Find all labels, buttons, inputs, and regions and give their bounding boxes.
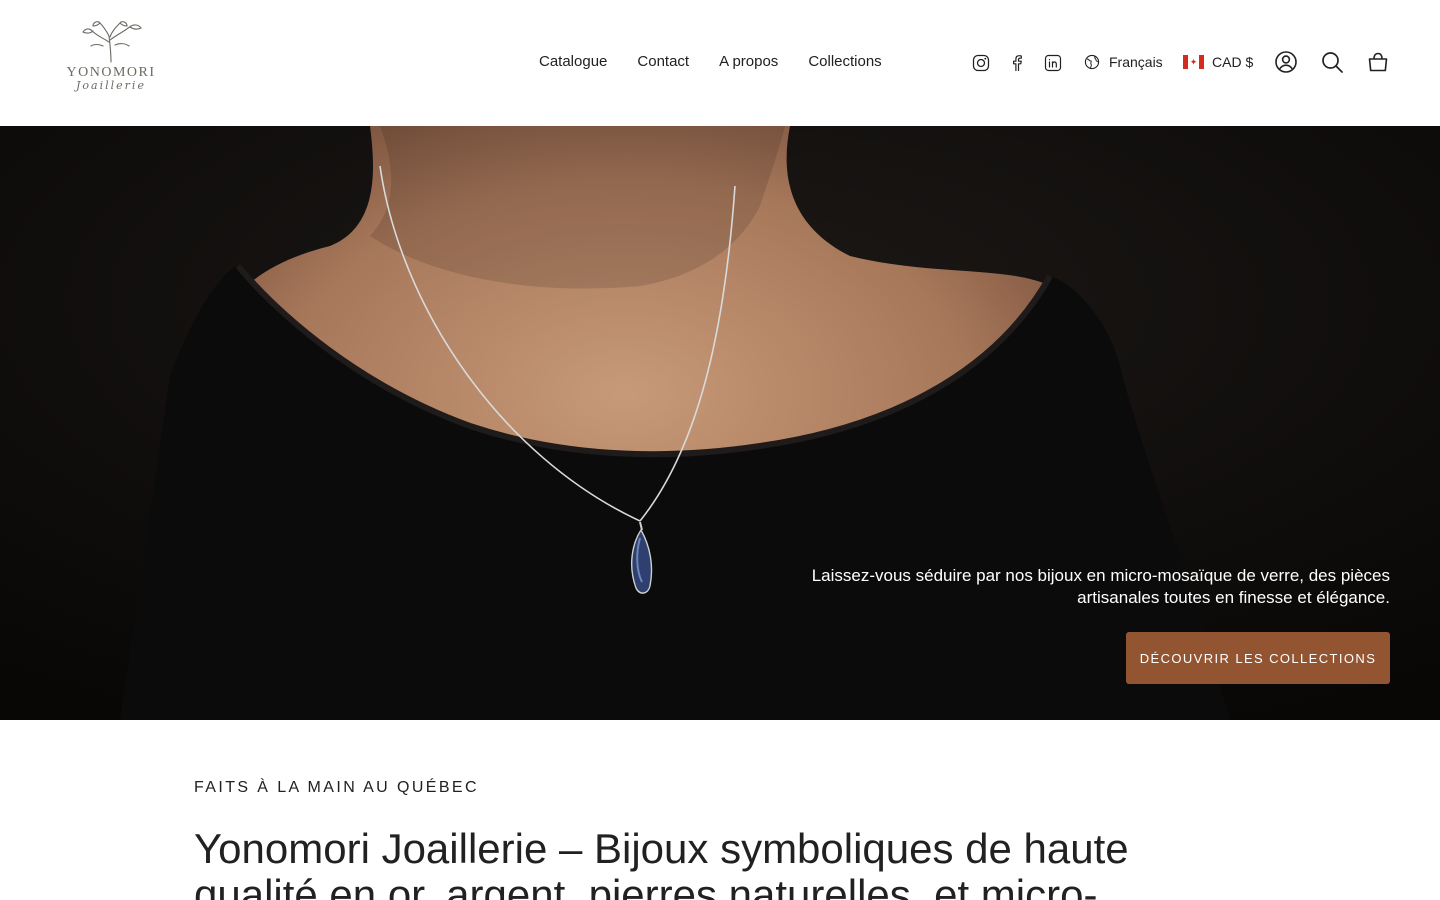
- tree-logo-icon: [82, 21, 142, 63]
- social-links: [970, 52, 1078, 74]
- language-label: Français: [1109, 54, 1163, 70]
- account-icon[interactable]: [1272, 48, 1300, 76]
- nav-item-a-propos[interactable]: A propos: [719, 50, 778, 74]
- nav-item-collections[interactable]: Collections: [808, 50, 881, 74]
- site-header: YONOMORI Joaillerie Catalogue Contact A …: [0, 0, 1440, 126]
- linkedin-icon[interactable]: [1042, 52, 1064, 74]
- nav-item-catalogue[interactable]: Catalogue: [539, 50, 607, 74]
- nav-item-contact[interactable]: Contact: [637, 50, 689, 74]
- intro-section: FAITS À LA MAIN AU QUÉBEC Yonomori Joail…: [194, 776, 1254, 900]
- main-nav: Catalogue Contact A propos Collections: [539, 50, 882, 74]
- intro-headline: Yonomori Joaillerie – Bijoux symboliques…: [194, 825, 1129, 900]
- instagram-icon[interactable]: [970, 52, 992, 74]
- brand-name: YONOMORI: [66, 65, 156, 80]
- globe-icon: [1084, 53, 1102, 71]
- hero-banner: Laissez-vous séduire par nos bijoux en m…: [0, 126, 1440, 720]
- cart-icon[interactable]: [1364, 48, 1392, 76]
- discover-collections-button[interactable]: Découvrir les collections: [1126, 632, 1390, 684]
- facebook-icon[interactable]: [1006, 52, 1028, 74]
- hero-description: Laissez-vous séduire par nos bijoux en m…: [811, 566, 1390, 607]
- currency-label: CAD $: [1212, 54, 1254, 70]
- brand-logo[interactable]: YONOMORI Joaillerie: [60, 20, 162, 106]
- hero-image: [0, 126, 1440, 720]
- currency-selector[interactable]: ✦ CAD $: [1183, 50, 1253, 74]
- canada-flag-icon: ✦: [1183, 55, 1204, 69]
- language-selector[interactable]: Français: [1084, 50, 1163, 74]
- brand-subtitle: Joaillerie: [76, 79, 146, 92]
- intro-eyebrow: FAITS À LA MAIN AU QUÉBEC: [194, 779, 479, 796]
- search-icon[interactable]: [1318, 48, 1346, 76]
- utility-icons: [1272, 48, 1392, 76]
